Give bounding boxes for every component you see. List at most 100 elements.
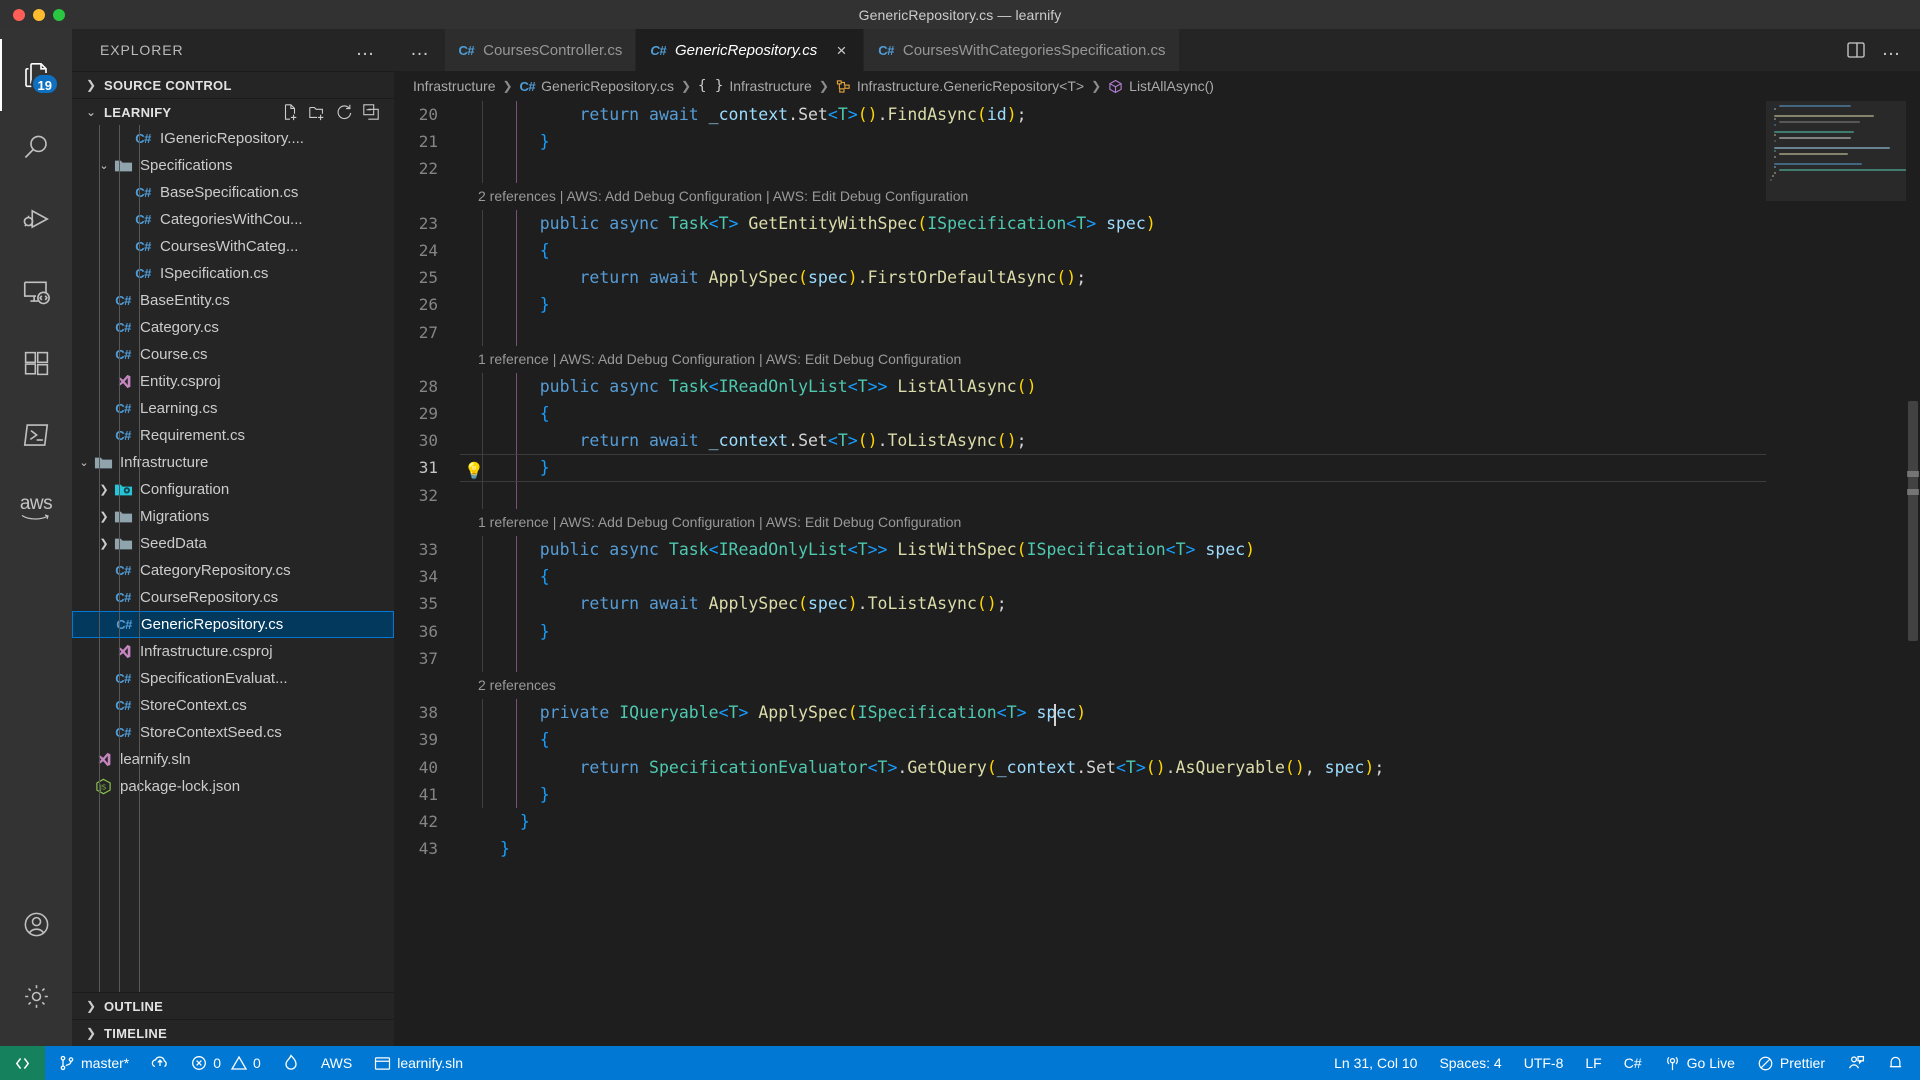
editor-tab-courseswithcategoriesspecification[interactable]: C# CoursesWithCategoriesSpecification.cs bbox=[864, 29, 1180, 71]
code-lens-label[interactable]: 2 references bbox=[460, 672, 556, 699]
status-prettier[interactable]: Prettier bbox=[1746, 1046, 1836, 1080]
code-line[interactable]: 23 public async Task<T> GetEntityWithSpe… bbox=[394, 209, 1766, 237]
status-radon[interactable] bbox=[272, 1046, 310, 1080]
tree-item[interactable]: C# Learning.cs bbox=[72, 395, 394, 422]
breadcrumb-item-namespace[interactable]: { } Infrastructure bbox=[693, 78, 817, 94]
tree-item[interactable]: Entity.csproj bbox=[72, 368, 394, 395]
tree-item[interactable]: ⌄ Specifications bbox=[72, 152, 394, 179]
code-lens[interactable]: 2 references | AWS: Add Debug Configurat… bbox=[394, 183, 1766, 210]
status-eol[interactable]: LF bbox=[1574, 1046, 1612, 1080]
breadcrumb-item-infrastructure-folder[interactable]: Infrastructure bbox=[408, 78, 500, 94]
tree-item-selected[interactable]: C# GenericRepository.cs bbox=[72, 611, 394, 638]
tree-item[interactable]: C# Category.cs bbox=[72, 314, 394, 341]
status-indentation[interactable]: Spaces: 4 bbox=[1428, 1046, 1512, 1080]
vertical-scrollbar[interactable] bbox=[1906, 101, 1920, 1046]
code-line[interactable]: 22 bbox=[394, 155, 1766, 183]
split-editor-icon[interactable] bbox=[1846, 40, 1866, 60]
status-language-mode[interactable]: C# bbox=[1613, 1046, 1653, 1080]
status-problems[interactable]: 0 0 bbox=[180, 1046, 272, 1080]
tree-item[interactable]: ⌄ Infrastructure bbox=[72, 449, 394, 476]
minimap-slider[interactable] bbox=[1766, 101, 1906, 201]
tree-item[interactable]: C# CourseRepository.cs bbox=[72, 584, 394, 611]
code-line[interactable]: 36 } bbox=[394, 617, 1766, 645]
code-line[interactable]: 41 } bbox=[394, 780, 1766, 808]
tree-item[interactable]: C# ISpecification.cs bbox=[72, 260, 394, 287]
code-line[interactable]: 32 bbox=[394, 481, 1766, 509]
code-line[interactable]: 25 return await ApplySpec(spec).FirstOrD… bbox=[394, 264, 1766, 292]
activity-item-aws[interactable]: aws bbox=[0, 471, 72, 543]
tree-item[interactable]: C# Course.cs bbox=[72, 341, 394, 368]
new-file-icon[interactable] bbox=[281, 103, 299, 121]
tree-item[interactable]: C# CoursesWithCateg... bbox=[72, 233, 394, 260]
tree-item[interactable]: C# Requirement.cs bbox=[72, 422, 394, 449]
code-line[interactable]: 28 public async Task<IReadOnlyList<T>> L… bbox=[394, 372, 1766, 401]
minimap[interactable] bbox=[1766, 101, 1906, 1046]
status-feedback[interactable] bbox=[1836, 1046, 1876, 1080]
tree-item[interactable]: C# StoreContext.cs bbox=[72, 692, 394, 719]
sidebar-section-learnify[interactable]: ⌄ LEARNIFY bbox=[72, 98, 394, 125]
status-aws[interactable]: AWS bbox=[310, 1046, 363, 1080]
code-line[interactable]: 29 { bbox=[394, 400, 1766, 428]
sidebar-section-timeline[interactable]: ❯ TIMELINE bbox=[72, 1019, 394, 1046]
code-line[interactable]: 26 } bbox=[394, 291, 1766, 319]
lightbulb-icon[interactable]: 💡 bbox=[464, 457, 484, 484]
editor-tab-genericrepository[interactable]: C# GenericRepository.cs × bbox=[636, 29, 865, 71]
code-line[interactable]: 31 💡 } bbox=[394, 454, 1766, 484]
code-lens-label[interactable]: 1 reference | AWS: Add Debug Configurati… bbox=[460, 509, 961, 536]
code-line[interactable]: 24 { bbox=[394, 236, 1766, 265]
code-line[interactable]: 27 bbox=[394, 318, 1766, 346]
code-line[interactable]: 20 return await _context.Set<T>().FindAs… bbox=[394, 101, 1766, 129]
new-folder-icon[interactable] bbox=[308, 103, 326, 121]
tree-item[interactable]: learnify.sln bbox=[72, 746, 394, 773]
code-line[interactable]: 39 { bbox=[394, 726, 1766, 754]
more-actions-icon[interactable]: … bbox=[1882, 40, 1903, 59]
activity-item-extensions[interactable] bbox=[0, 327, 72, 399]
code-lens[interactable]: 1 reference | AWS: Add Debug Configurati… bbox=[394, 346, 1766, 373]
tree-item[interactable]: C# IGenericRepository.... bbox=[72, 125, 394, 152]
file-tree[interactable]: C# IGenericRepository.... ⌄ Specifications … bbox=[72, 125, 394, 992]
activity-item-search[interactable] bbox=[0, 111, 72, 183]
tree-item[interactable]: C# CategoryRepository.cs bbox=[72, 557, 394, 584]
code-line[interactable]: 38 private IQueryable<T> ApplySpec(ISpec… bbox=[394, 699, 1766, 727]
code-line[interactable]: 37 bbox=[394, 644, 1766, 672]
code-line[interactable]: 34 { bbox=[394, 563, 1766, 591]
status-solution[interactable]: learnify.sln bbox=[363, 1046, 474, 1080]
tree-item[interactable]: JS package-lock.json bbox=[72, 773, 394, 800]
tree-item[interactable]: Infrastructure.csproj bbox=[72, 638, 394, 665]
activity-item-terminal[interactable] bbox=[0, 399, 72, 471]
scrollbar-thumb[interactable] bbox=[1908, 401, 1918, 641]
tree-item[interactable]: ❯ Configuration bbox=[72, 476, 394, 503]
tree-item[interactable]: C# BaseSpecification.cs bbox=[72, 179, 394, 206]
sidebar-more-actions-icon[interactable]: … bbox=[356, 40, 377, 59]
tree-item[interactable]: ❯ Migrations bbox=[72, 503, 394, 530]
status-go-live[interactable]: Go Live bbox=[1653, 1046, 1746, 1080]
status-notifications[interactable] bbox=[1876, 1046, 1920, 1080]
sidebar-section-outline[interactable]: ❯ OUTLINE bbox=[72, 992, 394, 1019]
code-line[interactable]: 21 } bbox=[394, 128, 1766, 156]
tree-item[interactable]: ❯ SeedData bbox=[72, 530, 394, 557]
close-tab-button[interactable]: × bbox=[832, 41, 850, 61]
code-line[interactable]: 30 return await _context.Set<T>().ToList… bbox=[394, 427, 1766, 455]
tree-item[interactable]: C# CategoriesWithCou... bbox=[72, 206, 394, 233]
activity-item-accounts[interactable] bbox=[0, 888, 72, 960]
status-encoding[interactable]: UTF-8 bbox=[1513, 1046, 1575, 1080]
code-lens-label[interactable]: 2 references | AWS: Add Debug Configurat… bbox=[460, 183, 968, 210]
status-branch[interactable]: master* bbox=[45, 1046, 140, 1080]
code-lens[interactable]: 2 references bbox=[394, 672, 1766, 699]
breadcrumb-item-class[interactable]: Infrastructure.GenericRepository<T> bbox=[831, 78, 1089, 94]
activity-item-explorer[interactable]: 19 bbox=[0, 39, 72, 111]
code-line[interactable]: 42 } bbox=[394, 808, 1766, 835]
activity-item-remote-explorer[interactable] bbox=[0, 255, 72, 327]
collapse-all-icon[interactable] bbox=[362, 103, 380, 121]
breadcrumb-item-method[interactable]: ListAllAsync() bbox=[1103, 78, 1219, 94]
tree-item[interactable]: C# StoreContextSeed.cs bbox=[72, 719, 394, 746]
status-cursor-position[interactable]: Ln 31, Col 10 bbox=[1323, 1046, 1428, 1080]
tree-item[interactable]: C# SpecificationEvaluat... bbox=[72, 665, 394, 692]
source-code[interactable]: 20 return await _context.Set<T>().FindAs… bbox=[394, 101, 1766, 862]
sidebar-section-source-control[interactable]: ❯ SOURCE CONTROL bbox=[72, 71, 394, 98]
code-lens-label[interactable]: 1 reference | AWS: Add Debug Configurati… bbox=[460, 346, 961, 373]
code-scroll-area[interactable]: 20 return await _context.Set<T>().FindAs… bbox=[394, 101, 1766, 1046]
refresh-icon[interactable] bbox=[335, 103, 353, 121]
tree-item[interactable]: C# BaseEntity.cs bbox=[72, 287, 394, 314]
code-line[interactable]: 33 public async Task<IReadOnlyList<T>> L… bbox=[394, 536, 1766, 564]
